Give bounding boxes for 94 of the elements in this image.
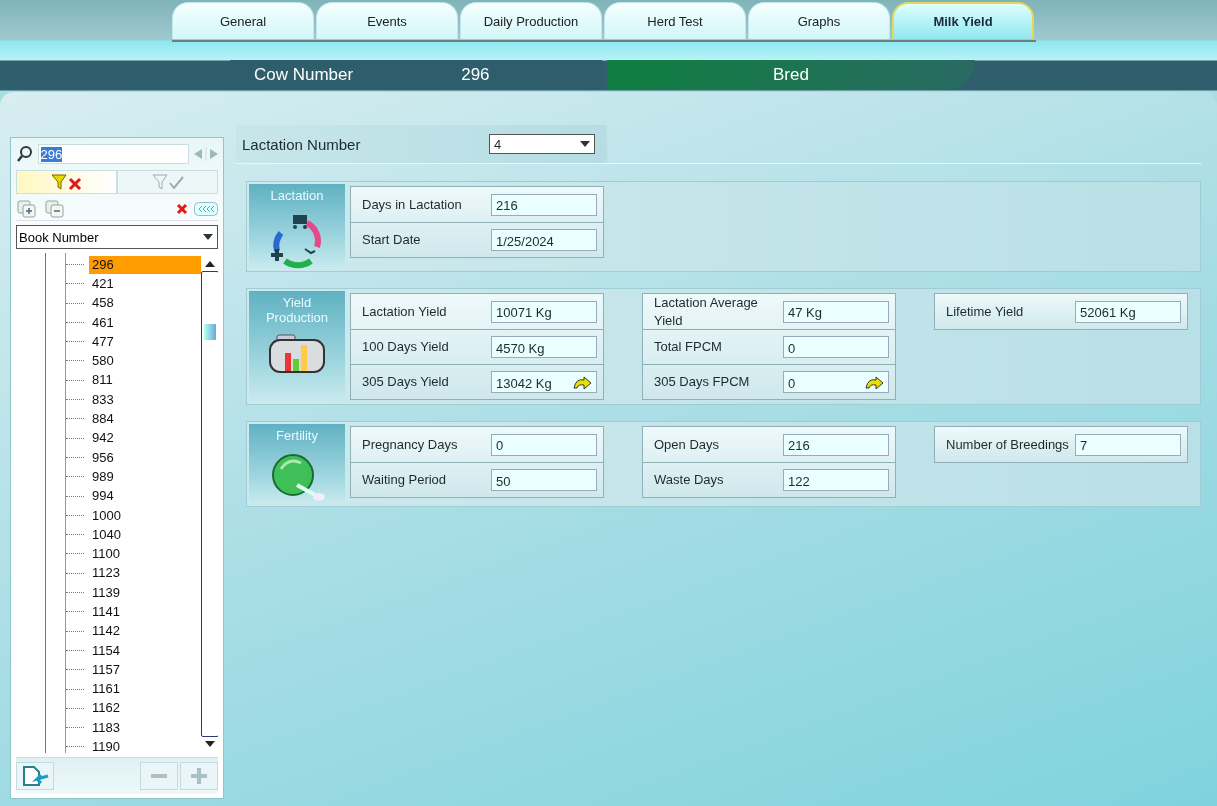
remove-copy-button[interactable]	[44, 199, 66, 219]
search-field[interactable]: 296	[37, 144, 189, 164]
cow-list-item[interactable]: 1000	[89, 506, 201, 525]
value-field[interactable]: 13042 Kg	[491, 371, 597, 393]
cow-list-item[interactable]: 884	[89, 410, 201, 428]
field-label: Lactation Average Yield	[654, 293, 759, 330]
value-field[interactable]: 0	[491, 433, 597, 456]
cow-list-item[interactable]: 1161	[89, 680, 201, 699]
field-label: 100 Days Yield	[362, 338, 450, 356]
value-field[interactable]: 10071 Kg	[491, 300, 597, 323]
value-field[interactable]: 7	[1075, 433, 1181, 456]
value-field[interactable]: 47 Kg	[783, 300, 889, 323]
cow-list-item[interactable]: 421	[89, 274, 201, 293]
collapse-button[interactable]	[194, 202, 218, 216]
cow-list-item[interactable]: 1142	[89, 622, 201, 641]
add-copy-icon	[16, 199, 38, 219]
sort-field-dropdown[interactable]: Book Number	[16, 225, 218, 249]
value-field[interactable]: 50	[491, 469, 597, 491]
cow-list-item[interactable]: 989	[89, 467, 201, 486]
field-label: Start Date	[362, 231, 422, 249]
value-field[interactable]: 122	[783, 469, 889, 491]
cow-list-item[interactable]: 458	[89, 294, 201, 313]
scroll-thumb[interactable]	[204, 324, 216, 340]
field-label: Total FPCM	[654, 338, 723, 356]
lactation-number-dropdown[interactable]: 4	[489, 134, 595, 154]
cow-list-item[interactable]: 296	[89, 255, 201, 274]
cow-list-item[interactable]: 1157	[89, 660, 201, 679]
curved-arrow-icon[interactable]	[572, 376, 592, 390]
tab[interactable]: Milk Yield	[892, 2, 1034, 39]
cow-list-item[interactable]: 1183	[89, 718, 201, 737]
field-label: Lifetime Yield	[946, 302, 1025, 321]
cow-list-item[interactable]: 477	[89, 332, 201, 351]
cow-list-item[interactable]: 833	[89, 390, 201, 409]
field-label: Waste Days	[654, 471, 725, 489]
cow-list-item[interactable]: 994	[89, 487, 201, 506]
chevrons-icon	[194, 202, 218, 216]
remove-copy-icon	[44, 199, 66, 219]
scroll-up-icon[interactable]	[205, 261, 215, 267]
field-label: 305 Days Yield	[362, 373, 450, 391]
minus-icon	[150, 774, 168, 778]
cow-list-item[interactable]: 1139	[89, 583, 201, 602]
cow-list-item[interactable]: 1190	[89, 738, 201, 753]
field-label: Open Days	[654, 435, 721, 454]
field-label: Number of Breedings	[946, 435, 1070, 454]
value-field[interactable]: 0	[783, 371, 889, 393]
filter-check-icon	[150, 173, 185, 191]
section-title: Lactation	[269, 188, 325, 203]
tab[interactable]: Herd Test	[604, 2, 746, 39]
value-field[interactable]: 216	[491, 193, 597, 216]
cow-list-item[interactable]: 1123	[89, 564, 201, 583]
section-title: Yield Production	[264, 295, 330, 325]
cow-list-item[interactable]: 461	[89, 313, 201, 332]
field-label: Lactation Yield	[362, 302, 448, 321]
scroll-track[interactable]	[201, 271, 218, 737]
tab[interactable]: Events	[316, 2, 458, 39]
value-field[interactable]: 52061 Kg	[1075, 300, 1181, 323]
tab[interactable]: General	[172, 2, 314, 39]
cow-number-label: Cow Number	[254, 65, 354, 85]
scroll-down-icon[interactable]	[205, 741, 215, 747]
cow-list-item[interactable]: 811	[89, 371, 201, 390]
cow-list-item[interactable]: 942	[89, 429, 201, 448]
field-label: Pregnancy Days	[362, 435, 459, 454]
field-label: Waiting Period	[362, 471, 448, 489]
cow-list-item[interactable]: 1100	[89, 545, 201, 564]
plus-icon	[190, 767, 208, 785]
search-icon	[16, 145, 34, 163]
cow-list-item[interactable]: 1040	[89, 525, 201, 544]
status-bar: Bred	[607, 60, 975, 90]
cow-list-item[interactable]: 1141	[89, 603, 201, 621]
export-button[interactable]	[16, 762, 54, 790]
field-label: Days in Lactation	[362, 195, 463, 214]
tab[interactable]: Graphs	[748, 2, 890, 39]
cow-list-item[interactable]: 580	[89, 352, 201, 371]
value-field[interactable]: 0	[783, 336, 889, 358]
value-field[interactable]: 4570 Kg	[491, 336, 597, 358]
curved-arrow-icon[interactable]	[864, 376, 884, 390]
document-arrow-icon	[20, 764, 50, 788]
cow-list-item[interactable]: 1162	[89, 699, 201, 718]
section-title: Fertility	[275, 428, 319, 443]
clear-button[interactable]	[176, 203, 188, 215]
field-label: 305 Days FPCM	[654, 373, 751, 391]
tab[interactable]: Daily Production	[460, 2, 602, 39]
value-field[interactable]: 216	[783, 433, 889, 456]
cow-number-value: 296	[461, 65, 490, 85]
cow-list-item[interactable]: 1154	[89, 641, 201, 660]
cow-list-item[interactable]: 956	[89, 448, 201, 467]
value-field[interactable]: 1/25/2024	[491, 229, 597, 251]
close-icon	[176, 203, 188, 215]
caret-icon	[580, 141, 590, 147]
filter-remove-icon	[49, 173, 84, 191]
caret-icon	[203, 234, 213, 240]
add-copy-button[interactable]	[16, 199, 38, 219]
clear-filter-button[interactable]	[16, 170, 117, 194]
lactation-number-label: Lactation Number	[242, 135, 362, 153]
